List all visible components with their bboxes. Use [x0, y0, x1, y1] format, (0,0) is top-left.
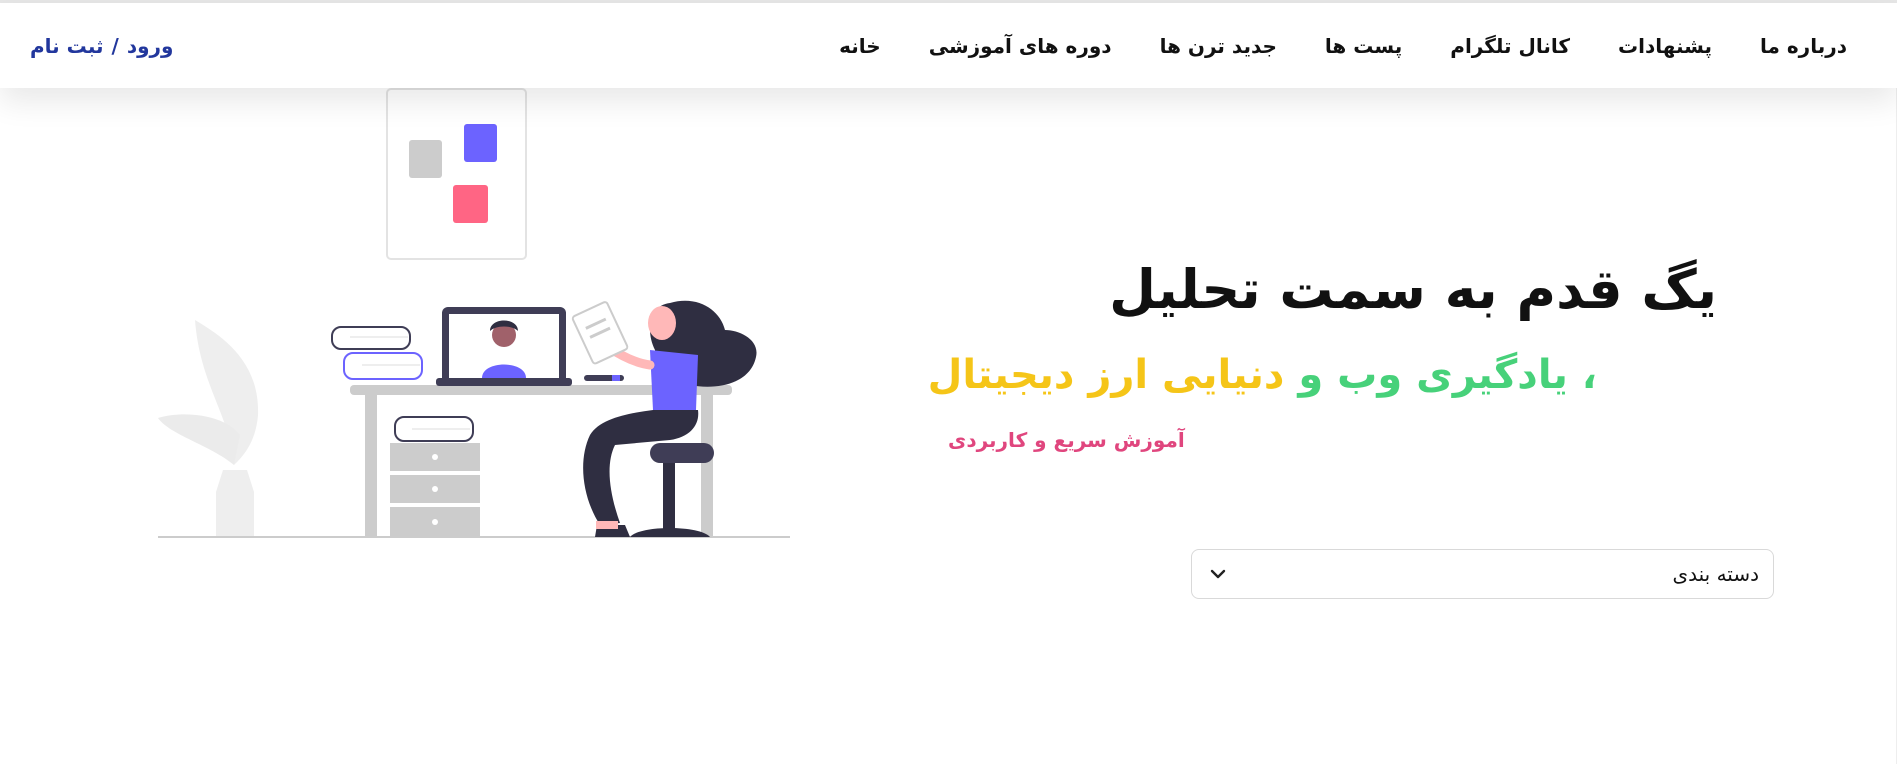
books-stack: [331, 326, 423, 380]
nav-item-newest[interactable]: جدید ترن ها: [1160, 34, 1277, 58]
nav-item-telegram[interactable]: کانال تلگرام: [1450, 34, 1570, 58]
book-on-drawers: [394, 416, 474, 442]
nav-item-courses[interactable]: دوره های آموزشی: [929, 34, 1112, 58]
register-link[interactable]: ثبت نام: [30, 34, 104, 58]
category-select[interactable]: دسته بندی: [1191, 549, 1774, 599]
nav-item-posts[interactable]: پست ها: [1325, 34, 1402, 58]
nav-item-about[interactable]: درباره ما: [1760, 34, 1847, 58]
laptop-video-call: [436, 307, 572, 386]
auth-separator: /: [111, 33, 119, 58]
subtitle-web: یادگیری وب: [1337, 352, 1568, 398]
nav-item-suggestions[interactable]: پشنهادات: [1618, 34, 1712, 58]
plant-icon: [158, 320, 259, 537]
login-link[interactable]: ورود: [127, 34, 174, 58]
hero-subtitle: ، یادگیری وب و دنیایی ارز دیجیتال: [928, 352, 1597, 398]
category-select-value: دسته بندی: [1672, 562, 1759, 586]
woman-at-desk-illustration: [158, 88, 790, 538]
navbar: خانه دوره های آموزشی جدید ترن ها پست ها …: [0, 3, 1897, 88]
main-nav: خانه دوره های آموزشی جدید ترن ها پست ها …: [839, 3, 1847, 88]
chevron-down-icon: [1208, 564, 1228, 584]
subtitle-comma: ،: [1581, 352, 1597, 398]
subtitle-and: و: [1298, 352, 1324, 398]
hero-tagline: آموزش سریع و کاربردی: [948, 428, 1185, 452]
auth-links: ورود / ثبت نام: [30, 3, 173, 88]
subtitle-crypto: دنیایی ارز دیجیتال: [927, 352, 1285, 398]
hero-title: یگ قدم به سمت تحلیل: [1109, 258, 1717, 321]
nav-item-home[interactable]: خانه: [839, 34, 881, 58]
wall-board: [386, 88, 527, 260]
